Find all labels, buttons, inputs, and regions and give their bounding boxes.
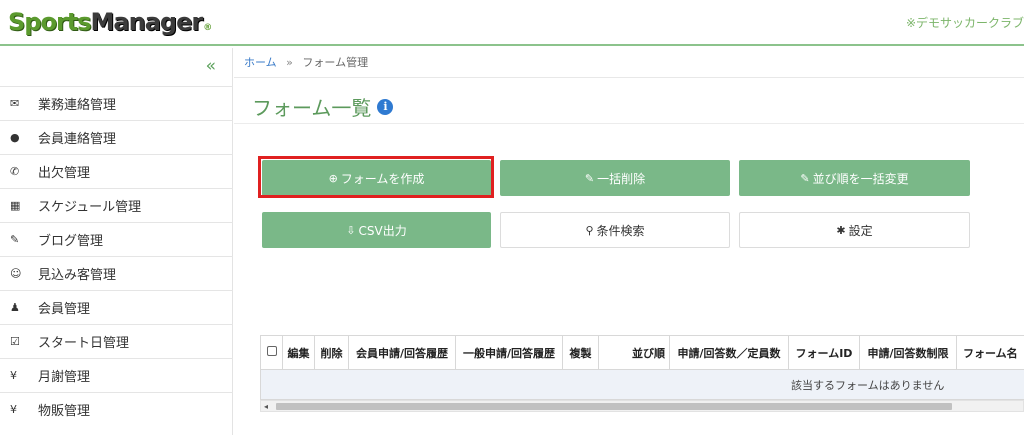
csv-export-button[interactable]: ⇩ CSV出力 bbox=[262, 212, 491, 248]
csv-export-label: CSV出力 bbox=[358, 223, 407, 238]
sidebar-item-business-contact[interactable]: ✉ 業務連絡管理 bbox=[0, 86, 233, 120]
sidebar-item-label: スケジュール管理 bbox=[38, 200, 142, 215]
info-icon[interactable]: i bbox=[377, 98, 394, 115]
club-name[interactable]: ※デモサッカークラブ bbox=[906, 14, 1024, 31]
pencil-icon: ✎ bbox=[10, 233, 20, 246]
logo-sports: Sports bbox=[8, 8, 92, 36]
bulk-reorder-label: 並び順を一括変更 bbox=[812, 171, 909, 186]
settings-label: 設定 bbox=[848, 223, 873, 238]
breadcrumb-divider bbox=[234, 77, 1024, 78]
highlight-box bbox=[258, 156, 494, 198]
pencil-icon: ✎ bbox=[800, 171, 810, 185]
comment-icon: ● bbox=[10, 131, 20, 144]
sidebar-item-label: 会員連絡管理 bbox=[38, 132, 117, 147]
sidebar-item-label: 会員管理 bbox=[38, 302, 91, 317]
column-header[interactable]: フォーム名 bbox=[956, 335, 1024, 370]
pencil-icon: ✎ bbox=[584, 171, 595, 185]
horizontal-scrollbar[interactable]: ◂ bbox=[260, 400, 1024, 412]
logo-manager: Manager bbox=[90, 8, 204, 36]
sidebar-item-label: 月謝管理 bbox=[38, 370, 91, 385]
bulk-delete-button[interactable]: ✎ 一括削除 bbox=[500, 160, 730, 196]
column-header[interactable]: 一般申請/回答履歴 bbox=[455, 335, 563, 370]
condition-search-label: 条件検索 bbox=[596, 223, 645, 238]
sidebar-item-start-date[interactable]: ☑ スタート日管理 bbox=[0, 324, 233, 358]
page-title-text: フォーム一覧 bbox=[252, 96, 372, 120]
scroll-left-icon[interactable]: ◂ bbox=[264, 401, 268, 412]
column-header[interactable]: 編集 bbox=[282, 335, 315, 370]
sidebar-item-schedule[interactable]: ▦ スケジュール管理 bbox=[0, 188, 233, 222]
page-title: フォーム一覧 i bbox=[252, 92, 394, 121]
column-header[interactable]: 複製 bbox=[562, 335, 599, 370]
sidebar-item-members[interactable]: ♟ 会員管理 bbox=[0, 290, 233, 324]
scrollbar-thumb[interactable] bbox=[276, 403, 952, 410]
sidebar-item-attendance[interactable]: ✆ 出欠管理 bbox=[0, 154, 233, 188]
select-all-checkbox[interactable] bbox=[266, 346, 277, 356]
sidebar-item-prospects[interactable]: ☺ 見込み客管理 bbox=[0, 256, 233, 290]
sidebar-item-monthly-fee[interactable]: ¥ 月謝管理 bbox=[0, 358, 233, 392]
settings-button[interactable]: ✱ 設定 bbox=[739, 212, 970, 248]
column-header[interactable]: フォームID bbox=[788, 335, 860, 370]
bulk-delete-label: 一括削除 bbox=[597, 171, 646, 186]
column-header[interactable]: 申請/回答数制限 bbox=[859, 335, 957, 370]
phone-icon: ✆ bbox=[10, 165, 20, 178]
select-all-checkbox-cell[interactable] bbox=[260, 335, 283, 370]
column-header[interactable]: 削除 bbox=[314, 335, 349, 370]
sportsmanager-logo[interactable]: Sports Manager ® bbox=[8, 8, 212, 36]
condition-search-button[interactable]: ⚲ 条件検索 bbox=[500, 212, 730, 248]
bulk-reorder-button[interactable]: ✎ 並び順を一括変更 bbox=[739, 160, 970, 196]
download-icon: ⇩ bbox=[346, 223, 356, 237]
column-header[interactable]: 申請/回答数／定員数 bbox=[669, 335, 789, 370]
sidebar-item-label: ブログ管理 bbox=[38, 234, 104, 249]
app-header: Sports Manager ® ※デモサッカークラブ bbox=[0, 0, 1024, 46]
breadcrumb-current: フォーム管理 bbox=[302, 56, 369, 69]
checkbox-icon: ☑ bbox=[10, 335, 20, 348]
yen-icon: ¥ bbox=[10, 369, 17, 382]
empty-message: 該当するフォームはありません bbox=[260, 369, 1024, 400]
table-row: 該当するフォームはありません bbox=[260, 369, 1024, 400]
sidebar-item-member-contact[interactable]: ● 会員連絡管理 bbox=[0, 120, 233, 154]
column-header[interactable]: 並び順 bbox=[598, 335, 670, 370]
gear-icon: ✱ bbox=[836, 223, 846, 237]
form-table-wrapper: 編集 削除 会員申請/回答履歴 一般申請/回答履歴 複製 並び順 申請/回答数／… bbox=[260, 335, 1024, 400]
collapse-sidebar-icon[interactable]: « bbox=[206, 56, 216, 76]
form-table: 編集 削除 会員申請/回答履歴 一般申請/回答履歴 複製 並び順 申請/回答数／… bbox=[260, 335, 1024, 400]
yen-icon: ¥ bbox=[10, 403, 17, 416]
column-header[interactable]: 会員申請/回答履歴 bbox=[348, 335, 456, 370]
sidebar-item-blog[interactable]: ✎ ブログ管理 bbox=[0, 222, 233, 256]
envelope-icon: ✉ bbox=[10, 97, 20, 110]
calendar-icon: ▦ bbox=[10, 199, 21, 212]
table-header-row: 編集 削除 会員申請/回答履歴 一般申請/回答履歴 複製 並び順 申請/回答数／… bbox=[260, 335, 1024, 370]
sidebar: « ✉ 業務連絡管理 ● 会員連絡管理 ✆ 出欠管理 ▦ スケジュール管理 ✎ … bbox=[0, 48, 233, 435]
sidebar-menu: ✉ 業務連絡管理 ● 会員連絡管理 ✆ 出欠管理 ▦ スケジュール管理 ✎ ブロ… bbox=[0, 86, 233, 426]
search-icon: ⚲ bbox=[585, 223, 594, 237]
sidebar-item-merchandise[interactable]: ¥ 物販管理 bbox=[0, 392, 233, 426]
title-divider bbox=[234, 123, 1024, 124]
user-icon: ♟ bbox=[10, 301, 20, 314]
sidebar-item-label: スタート日管理 bbox=[38, 336, 130, 351]
sidebar-item-label: 物販管理 bbox=[38, 404, 91, 419]
logo-registered-mark: ® bbox=[203, 23, 212, 33]
sidebar-item-label: 見込み客管理 bbox=[38, 268, 117, 283]
breadcrumb-separator: » bbox=[286, 56, 293, 69]
sidebar-item-label: 業務連絡管理 bbox=[38, 98, 117, 113]
main-content: ホーム » フォーム管理 フォーム一覧 i ⊕ フォームを作成 ✎ 一括削除 ✎… bbox=[234, 48, 1024, 435]
breadcrumb: ホーム » フォーム管理 bbox=[244, 54, 368, 70]
sidebar-item-label: 出欠管理 bbox=[38, 166, 91, 181]
breadcrumb-home-link[interactable]: ホーム bbox=[244, 56, 277, 69]
smile-icon: ☺ bbox=[10, 267, 22, 280]
